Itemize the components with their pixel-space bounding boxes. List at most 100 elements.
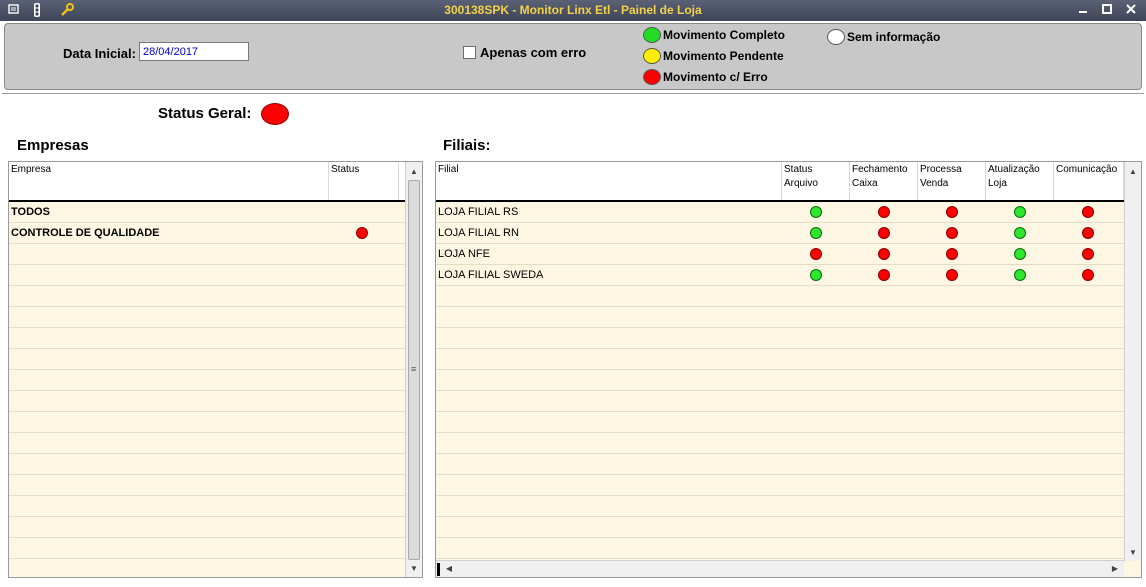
red-status-dot-icon [1082,269,1094,281]
column-header-text: Caixa [852,178,878,189]
red-status-dot-icon [810,248,822,260]
column-header-atualizacao-loja[interactable]: Atualização Loja [986,162,1054,200]
column-header-text: Loja [988,178,1007,189]
empresas-vertical-scrollbar[interactable]: ▲ ≡ ▼ [405,162,422,577]
table-row[interactable]: LOJA FILIAL RS [436,202,1124,223]
scroll-right-icon[interactable]: ▶ [1108,561,1122,577]
red-dot-icon [643,69,661,85]
filiais-vertical-scrollbar[interactable]: ▲ ▼ [1124,162,1141,561]
filiais-grid-header: Filial Status Arquivo Fechamento Caixa Pro… [436,162,1141,202]
grip-icon: ≡ [411,364,417,374]
table-row[interactable] [436,496,1124,517]
red-status-dot-icon [878,227,890,239]
filiais-horizontal-scrollbar[interactable]: ◀ ▶ [436,560,1124,577]
table-row[interactable]: LOJA NFE [436,244,1124,265]
filiais-grid: Filial Status Arquivo Fechamento Caixa Pro… [435,161,1142,578]
table-row[interactable] [436,307,1124,328]
table-row[interactable] [9,559,406,577]
table-row[interactable] [436,328,1124,349]
table-row[interactable] [9,328,406,349]
table-row[interactable]: CONTROLE DE QUALIDADE [9,223,406,244]
table-row[interactable] [436,517,1124,538]
table-row[interactable] [9,538,406,559]
table-row[interactable] [9,412,406,433]
status-geral-label: Status Geral: [158,105,252,122]
column-header-status[interactable]: Status [329,162,399,200]
maximize-icon[interactable] [1098,2,1116,18]
column-header-text: Atualização [988,164,1040,175]
table-row[interactable] [9,307,406,328]
table-row[interactable] [9,370,406,391]
column-header-comunicacao[interactable]: Comunicação [1054,162,1124,200]
empresa-name: CONTROLE DE QUALIDADE [11,227,160,239]
table-row[interactable] [9,265,406,286]
close-icon[interactable] [1122,2,1140,18]
apenas-com-erro-checkbox[interactable] [463,46,476,59]
table-row[interactable] [9,454,406,475]
data-inicial-input[interactable] [139,42,249,61]
empresas-grid: Empresa Status TODOS CONTROLE DE QUALIDAD… [8,161,423,578]
table-row[interactable] [9,391,406,412]
legend-sem-informacao: Sem informação [827,29,940,45]
table-row[interactable]: LOJA FILIAL RN [436,223,1124,244]
legend-label: Movimento Completo [663,28,785,42]
data-inicial-label: Data Inicial: [63,46,136,61]
green-dot-icon [643,27,661,43]
green-status-dot-icon [1014,206,1026,218]
table-row[interactable] [436,538,1124,559]
scroll-thumb[interactable] [437,563,440,576]
table-row[interactable] [436,391,1124,412]
green-status-dot-icon [810,206,822,218]
column-header-status-arquivo[interactable]: Status Arquivo [782,162,850,200]
table-row[interactable] [436,475,1124,496]
table-row[interactable] [9,496,406,517]
column-header-text: Comunicação [1056,164,1118,175]
filial-name: LOJA FILIAL RS [438,206,519,218]
filial-name: LOJA FILIAL SWEDA [438,269,544,281]
column-header-text: Arquivo [784,178,818,189]
table-row[interactable] [9,286,406,307]
red-status-dot-icon [946,269,958,281]
table-row[interactable] [436,433,1124,454]
scroll-down-icon[interactable]: ▼ [406,561,422,577]
table-row[interactable] [436,286,1124,307]
table-row[interactable] [9,244,406,265]
column-header-text: Processa [920,164,962,175]
divider [2,93,1144,94]
table-row[interactable] [9,433,406,454]
table-row[interactable] [436,349,1124,370]
filial-name: LOJA FILIAL RN [438,227,519,239]
table-row[interactable] [9,517,406,538]
column-header-fechamento-caixa[interactable]: Fechamento Caixa [850,162,918,200]
red-status-dot-icon [878,206,890,218]
apenas-com-erro-label: Apenas com erro [480,45,587,60]
green-status-dot-icon [1014,269,1026,281]
scroll-up-icon[interactable]: ▲ [1125,164,1141,180]
column-header-processa-venda[interactable]: Processa Venda [918,162,986,200]
minimize-icon[interactable] [1074,2,1092,18]
red-status-dot-icon [356,227,368,239]
window-title: 300138SPK - Monitor Linx Etl - Painel de… [444,3,702,17]
scroll-up-icon[interactable]: ▲ [406,164,422,180]
table-row[interactable] [436,370,1124,391]
legend-pendente: Movimento Pendente [643,48,784,64]
table-row[interactable] [436,412,1124,433]
table-row[interactable]: LOJA FILIAL SWEDA [436,265,1124,286]
table-row[interactable] [9,475,406,496]
filter-panel: Data Inicial: Apenas com erro Movimento … [4,23,1142,90]
title-bar: 300138SPK - Monitor Linx Etl - Painel de… [0,0,1146,21]
scroll-down-icon[interactable]: ▼ [1125,545,1141,561]
red-status-dot-icon [1082,206,1094,218]
legend-label: Movimento Pendente [663,49,784,63]
column-header-empresa[interactable]: Empresa [9,162,329,200]
red-status-dot-icon [946,206,958,218]
scroll-thumb[interactable]: ≡ [408,180,420,560]
red-status-dot-icon [1082,248,1094,260]
column-header-filial[interactable]: Filial [436,162,782,200]
table-row[interactable] [9,349,406,370]
table-row[interactable]: TODOS [9,202,406,223]
column-header-text: Fechamento [852,164,908,175]
filial-name: LOJA NFE [438,248,490,260]
scroll-left-icon[interactable]: ◀ [442,561,456,577]
table-row[interactable] [436,454,1124,475]
